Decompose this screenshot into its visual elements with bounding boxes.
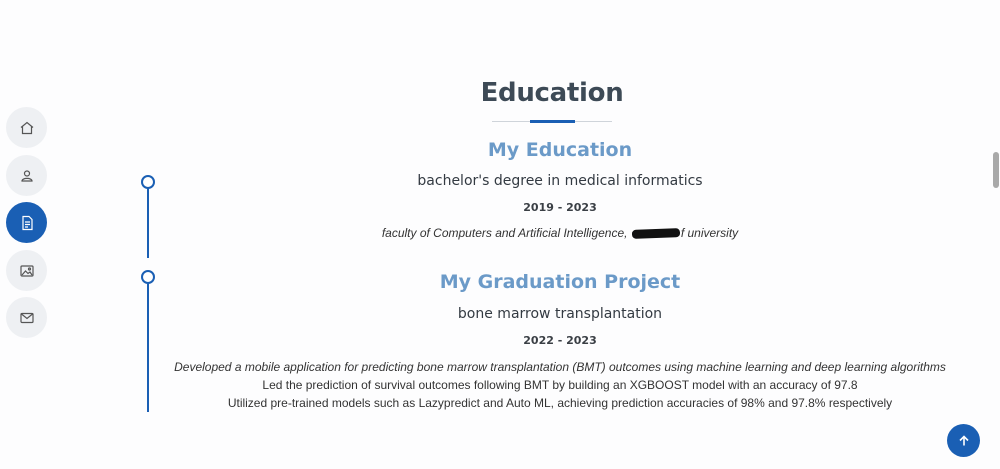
entry-description-line: Led the prediction of survival outcomes … [262, 378, 858, 392]
nav-home-button[interactable] [6, 107, 47, 148]
entry-title: My Education [487, 139, 633, 161]
entry-detail-text: faculty of Computers and Artificial Inte… [381, 226, 631, 240]
scrollbar-thumb[interactable] [993, 152, 999, 188]
section-title: Education [480, 78, 624, 108]
envelope-icon [19, 312, 34, 323]
entry-description-line: Utilized pre-trained models such as Lazy… [227, 396, 893, 410]
entry-dates: 2019 - 2023 [523, 201, 597, 214]
entry-description-line: Developed a mobile application for predi… [174, 360, 946, 374]
timeline-line [147, 281, 149, 412]
arrow-up-icon [958, 434, 969, 445]
entry-subtitle: bachelor's degree in medical informatics [417, 173, 703, 189]
nav-contact-button[interactable] [6, 297, 47, 338]
entry-subtitle: bone marrow transplantation [457, 306, 663, 322]
timeline-line [147, 186, 149, 258]
title-accent-bar [530, 120, 575, 123]
entry-title: My Graduation Project [439, 271, 681, 293]
entry-dates: 2022 - 2023 [523, 334, 597, 347]
home-icon [20, 121, 33, 134]
back-to-top-button[interactable] [947, 424, 980, 457]
images-icon [19, 264, 34, 277]
resume-icon [21, 215, 33, 230]
redaction-mark [631, 228, 680, 240]
entry-detail-text: f university [680, 226, 739, 240]
entry-detail: faculty of Computers and Artificial Inte… [150, 226, 970, 240]
nav-portfolio-button[interactable] [6, 250, 47, 291]
user-icon [20, 169, 33, 182]
page: Education My Education bachelor's degree… [0, 0, 1000, 469]
nav-resume-button[interactable] [6, 202, 47, 243]
nav-about-button[interactable] [6, 155, 47, 196]
